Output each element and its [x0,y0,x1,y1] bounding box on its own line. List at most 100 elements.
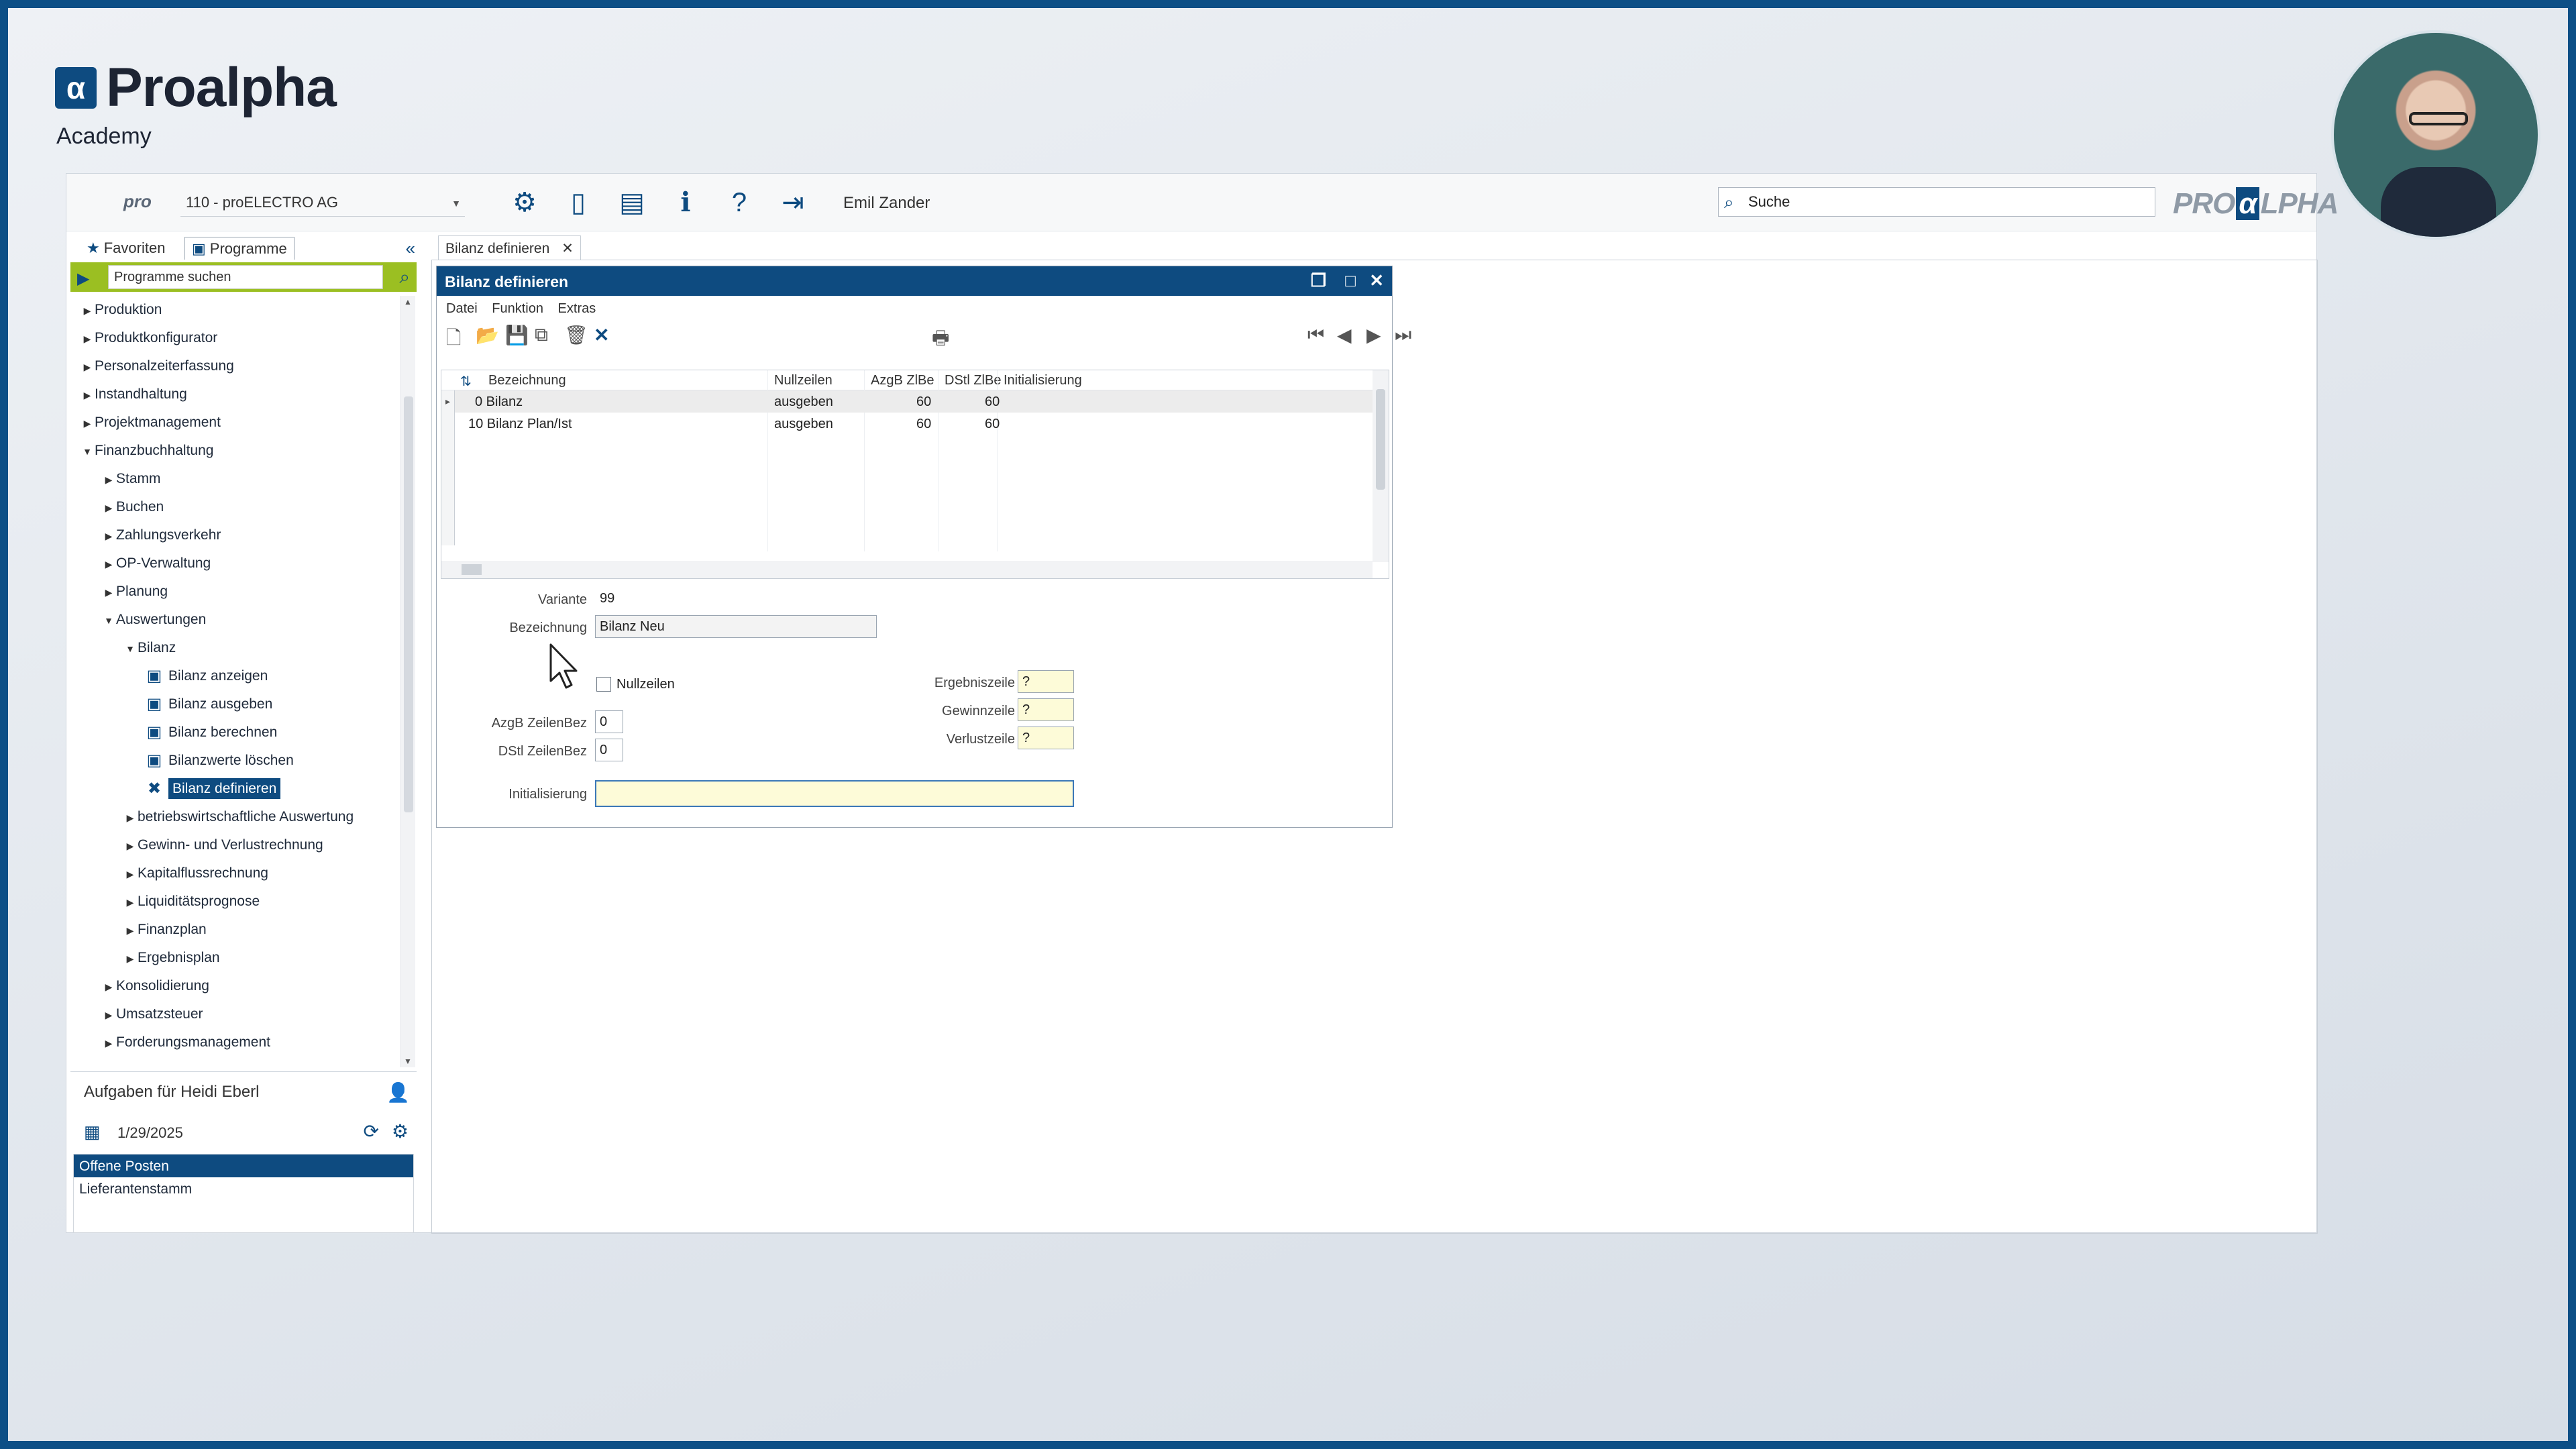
layout-icon[interactable]: ▤ [615,186,649,219]
tree-item[interactable]: ▶ Umsatzsteuer [70,1000,406,1028]
save-icon[interactable]: 💾 [505,324,529,346]
scroll-down-icon[interactable]: ▼ [404,1057,412,1066]
collapsed-triangle-icon[interactable]: ▶ [80,409,95,437]
collapsed-triangle-icon[interactable]: ▶ [123,804,138,832]
tree-item[interactable]: ▶ Stamm [70,465,406,493]
menu-extras[interactable]: Extras [558,301,596,316]
tree-item[interactable]: ▶ Liquiditätsprognose [70,888,406,916]
menu-datei[interactable]: Datei [446,301,478,316]
tree-item[interactable]: ▶ Zahlungsverkehr [70,521,406,549]
col-azgb-zlbe[interactable]: AzgB ZlBe [871,373,934,388]
new-file-icon[interactable]: 🗋 [446,324,462,356]
expanded-triangle-icon[interactable]: ▼ [123,635,138,663]
collapsed-triangle-icon[interactable]: ▶ [101,466,116,494]
task-item[interactable]: Offene Posten [74,1155,413,1177]
tree-item[interactable]: ▶ Projektmanagement [70,409,406,437]
company-select[interactable]: 110 - proELECTRO AG ▼ [180,189,465,217]
tree-item[interactable]: ▶ Planung [70,578,406,606]
collapsed-triangle-icon[interactable]: ▶ [101,494,116,522]
collapsed-triangle-icon[interactable]: ▶ [101,973,116,1001]
tree-item[interactable]: ▶ Konsolidierung [70,972,406,1000]
logout-icon[interactable]: ⇥ [776,186,810,219]
tab-favoriten[interactable]: ★ Favoriten [80,237,172,260]
first-record-icon[interactable]: ⏮ [1307,324,1324,346]
nullzeilen-checkbox[interactable] [596,677,611,692]
last-record-icon[interactable]: ⏭ [1395,324,1411,346]
verlustzeile-field[interactable]: ? [1018,727,1074,749]
calendar-icon[interactable]: ▦ [84,1122,101,1142]
task-item[interactable]: Lieferantenstamm [74,1177,413,1200]
tree-item[interactable]: ▼ Auswertungen [70,606,406,634]
tab-programme[interactable]: ▣ Programme [184,237,294,260]
tab-bilanz-definieren[interactable]: Bilanz definieren ✕ [438,235,581,260]
dstl-zeilenbez-field[interactable]: 0 [595,739,623,761]
next-record-icon[interactable]: ▶ [1366,324,1381,346]
tree-item[interactable]: ▶ Forderungsmanagement [70,1028,406,1057]
restore-icon[interactable]: ❐ [1311,270,1326,291]
collapsed-triangle-icon[interactable]: ▶ [101,578,116,606]
open-folder-icon[interactable]: 📂 [476,324,499,346]
refresh-icon[interactable]: ⟳ [364,1120,379,1142]
col-initialisierung[interactable]: Initialisierung [1004,373,1082,388]
copy-icon[interactable]: ⧉ [535,324,548,346]
global-search-input[interactable]: ⌕ Suche [1718,187,2155,217]
settings-gear-icon[interactable]: ⚙ [392,1120,409,1142]
previous-record-icon[interactable]: ◀ [1337,324,1352,346]
tree-item[interactable]: ▶ Personalzeiterfassung [70,352,406,380]
collapsed-triangle-icon[interactable]: ▶ [123,888,138,916]
tree-item[interactable]: ▶ Instandhaltung [70,380,406,409]
tree-item[interactable]: ✖ Bilanz definieren [70,775,406,803]
collapsed-triangle-icon[interactable]: ▶ [101,1029,116,1057]
panel-toggle-icon[interactable]: ▯ [561,186,595,219]
tree-scroll-thumb[interactable] [404,396,413,812]
program-search-input[interactable]: Programme suchen [108,265,383,289]
expanded-triangle-icon[interactable]: ▼ [80,437,95,466]
user-icon[interactable]: 👤 [386,1081,410,1104]
grid-hscroll-thumb[interactable] [462,564,482,575]
collapsed-triangle-icon[interactable]: ▶ [101,1001,116,1029]
collapsed-triangle-icon[interactable]: ▶ [123,860,138,888]
menu-funktion[interactable]: Funktion [492,301,543,316]
info-icon[interactable]: ℹ [669,186,702,219]
tree-item[interactable]: ▣ Bilanz anzeigen [70,662,406,690]
tree-item[interactable]: ▼ Finanzbuchhaltung [70,437,406,465]
collapsed-triangle-icon[interactable]: ▶ [123,945,138,973]
tree-item[interactable]: ▶ betriebswirtschaftliche Auswertung [70,803,406,831]
help-icon[interactable]: ? [722,186,756,219]
grid-vertical-scrollbar[interactable] [1373,370,1389,562]
tree-item[interactable]: ▶ Gewinn- und Verlustrechnung [70,831,406,859]
col-dstl-zlbe[interactable]: DStl ZlBe [945,373,1001,388]
table-row[interactable]: 10 Bilanz Plan/Ist ausgeben 60 60 [441,413,1373,435]
grid-vscroll-thumb[interactable] [1376,389,1385,490]
expanded-triangle-icon[interactable]: ▼ [101,606,116,635]
tasks-date[interactable]: 1/29/2025 [117,1124,183,1142]
scroll-up-icon[interactable]: ▲ [404,297,412,307]
collapsed-triangle-icon[interactable]: ▶ [123,916,138,945]
sort-icon[interactable]: ⇅ [460,373,472,390]
tree-item[interactable]: ▣ Bilanzwerte löschen [70,747,406,775]
grid-horizontal-scrollbar[interactable] [441,561,1373,578]
tree-item[interactable]: ▶ Produktion [70,296,406,324]
collapsed-triangle-icon[interactable]: ▶ [101,550,116,578]
col-bezeichnung[interactable]: Bezeichnung [488,373,566,388]
table-row[interactable]: ▸ 0 Bilanz ausgeben 60 60 [441,390,1373,413]
tree-item[interactable]: ▣ Bilanz berechnen [70,718,406,747]
collapse-panel-icon[interactable]: « [406,238,415,259]
settings-gear-icon[interactable]: ⚙ [508,186,541,219]
ergebniszeile-field[interactable]: ? [1018,670,1074,693]
play-icon[interactable]: ▶ [77,269,89,288]
tree-item[interactable]: ▶ Ergebnisplan [70,944,406,972]
collapsed-triangle-icon[interactable]: ▶ [80,325,95,353]
tree-item[interactable]: ▼ Bilanz [70,634,406,662]
tree-item[interactable]: ▶ OP-Verwaltung [70,549,406,578]
tree-item[interactable]: ▣ Bilanz ausgeben [70,690,406,718]
tree-item[interactable]: ▶ Finanzplan [70,916,406,944]
pro-logo[interactable]: pro [109,186,166,217]
collapsed-triangle-icon[interactable]: ▶ [80,353,95,381]
tree-item[interactable]: ▶ Produktkonfigurator [70,324,406,352]
delete-icon[interactable]: 🗑 [564,324,588,346]
col-nullzeilen[interactable]: Nullzeilen [774,373,833,388]
bezeichnung-field[interactable]: Bilanz Neu [595,615,877,638]
maximize-icon[interactable]: □ [1345,270,1356,291]
tree-item[interactable]: ▶ Buchen [70,493,406,521]
